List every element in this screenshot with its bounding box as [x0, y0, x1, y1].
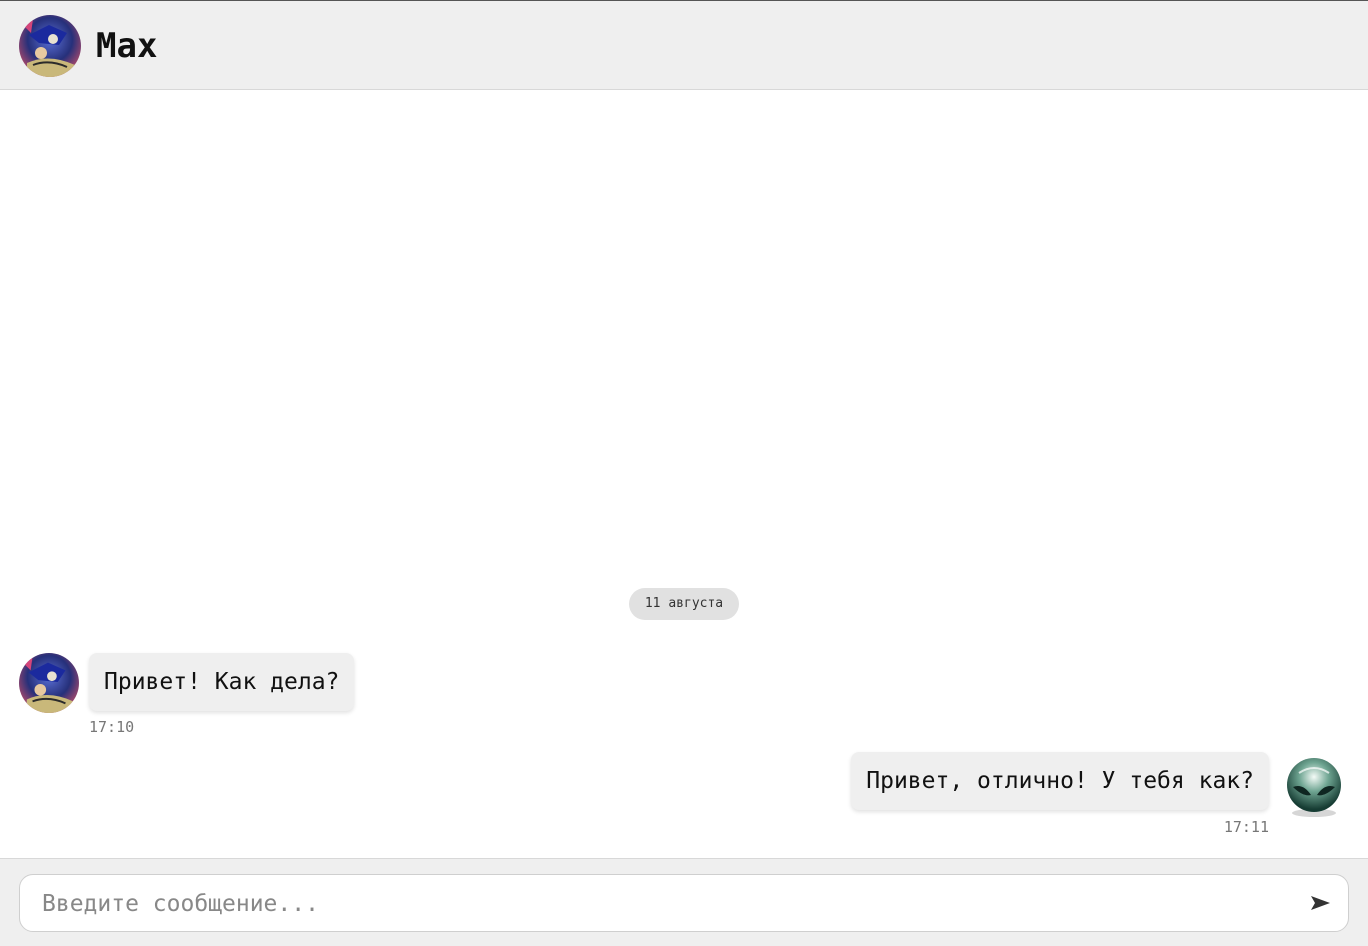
send-arrow-icon	[1311, 896, 1330, 910]
contact-name: Max	[96, 26, 158, 66]
message-input-container	[19, 874, 1349, 933]
sonic-avatar-icon[interactable]	[19, 653, 79, 713]
message-time: 17:11	[1223, 818, 1269, 836]
composer	[0, 858, 1368, 946]
contact-avatar-icon[interactable]	[19, 15, 81, 77]
alien-avatar-icon[interactable]	[1283, 757, 1345, 819]
date-separator: 11 августа	[629, 588, 739, 620]
message-bubble-outgoing[interactable]: Привет, отлично! У тебя как?	[851, 752, 1269, 810]
chat-window: Max 11 августа Привет! Как дела? 17:10 П…	[0, 0, 1368, 946]
chat-header: Max	[0, 0, 1368, 90]
send-button[interactable]	[1308, 889, 1334, 917]
message-list: 11 августа Привет! Как дела? 17:10 Приве…	[0, 90, 1368, 858]
message-time: 17:10	[89, 718, 135, 736]
message-bubble-incoming[interactable]: Привет! Как дела?	[89, 653, 355, 711]
message-input[interactable]	[40, 875, 1294, 933]
